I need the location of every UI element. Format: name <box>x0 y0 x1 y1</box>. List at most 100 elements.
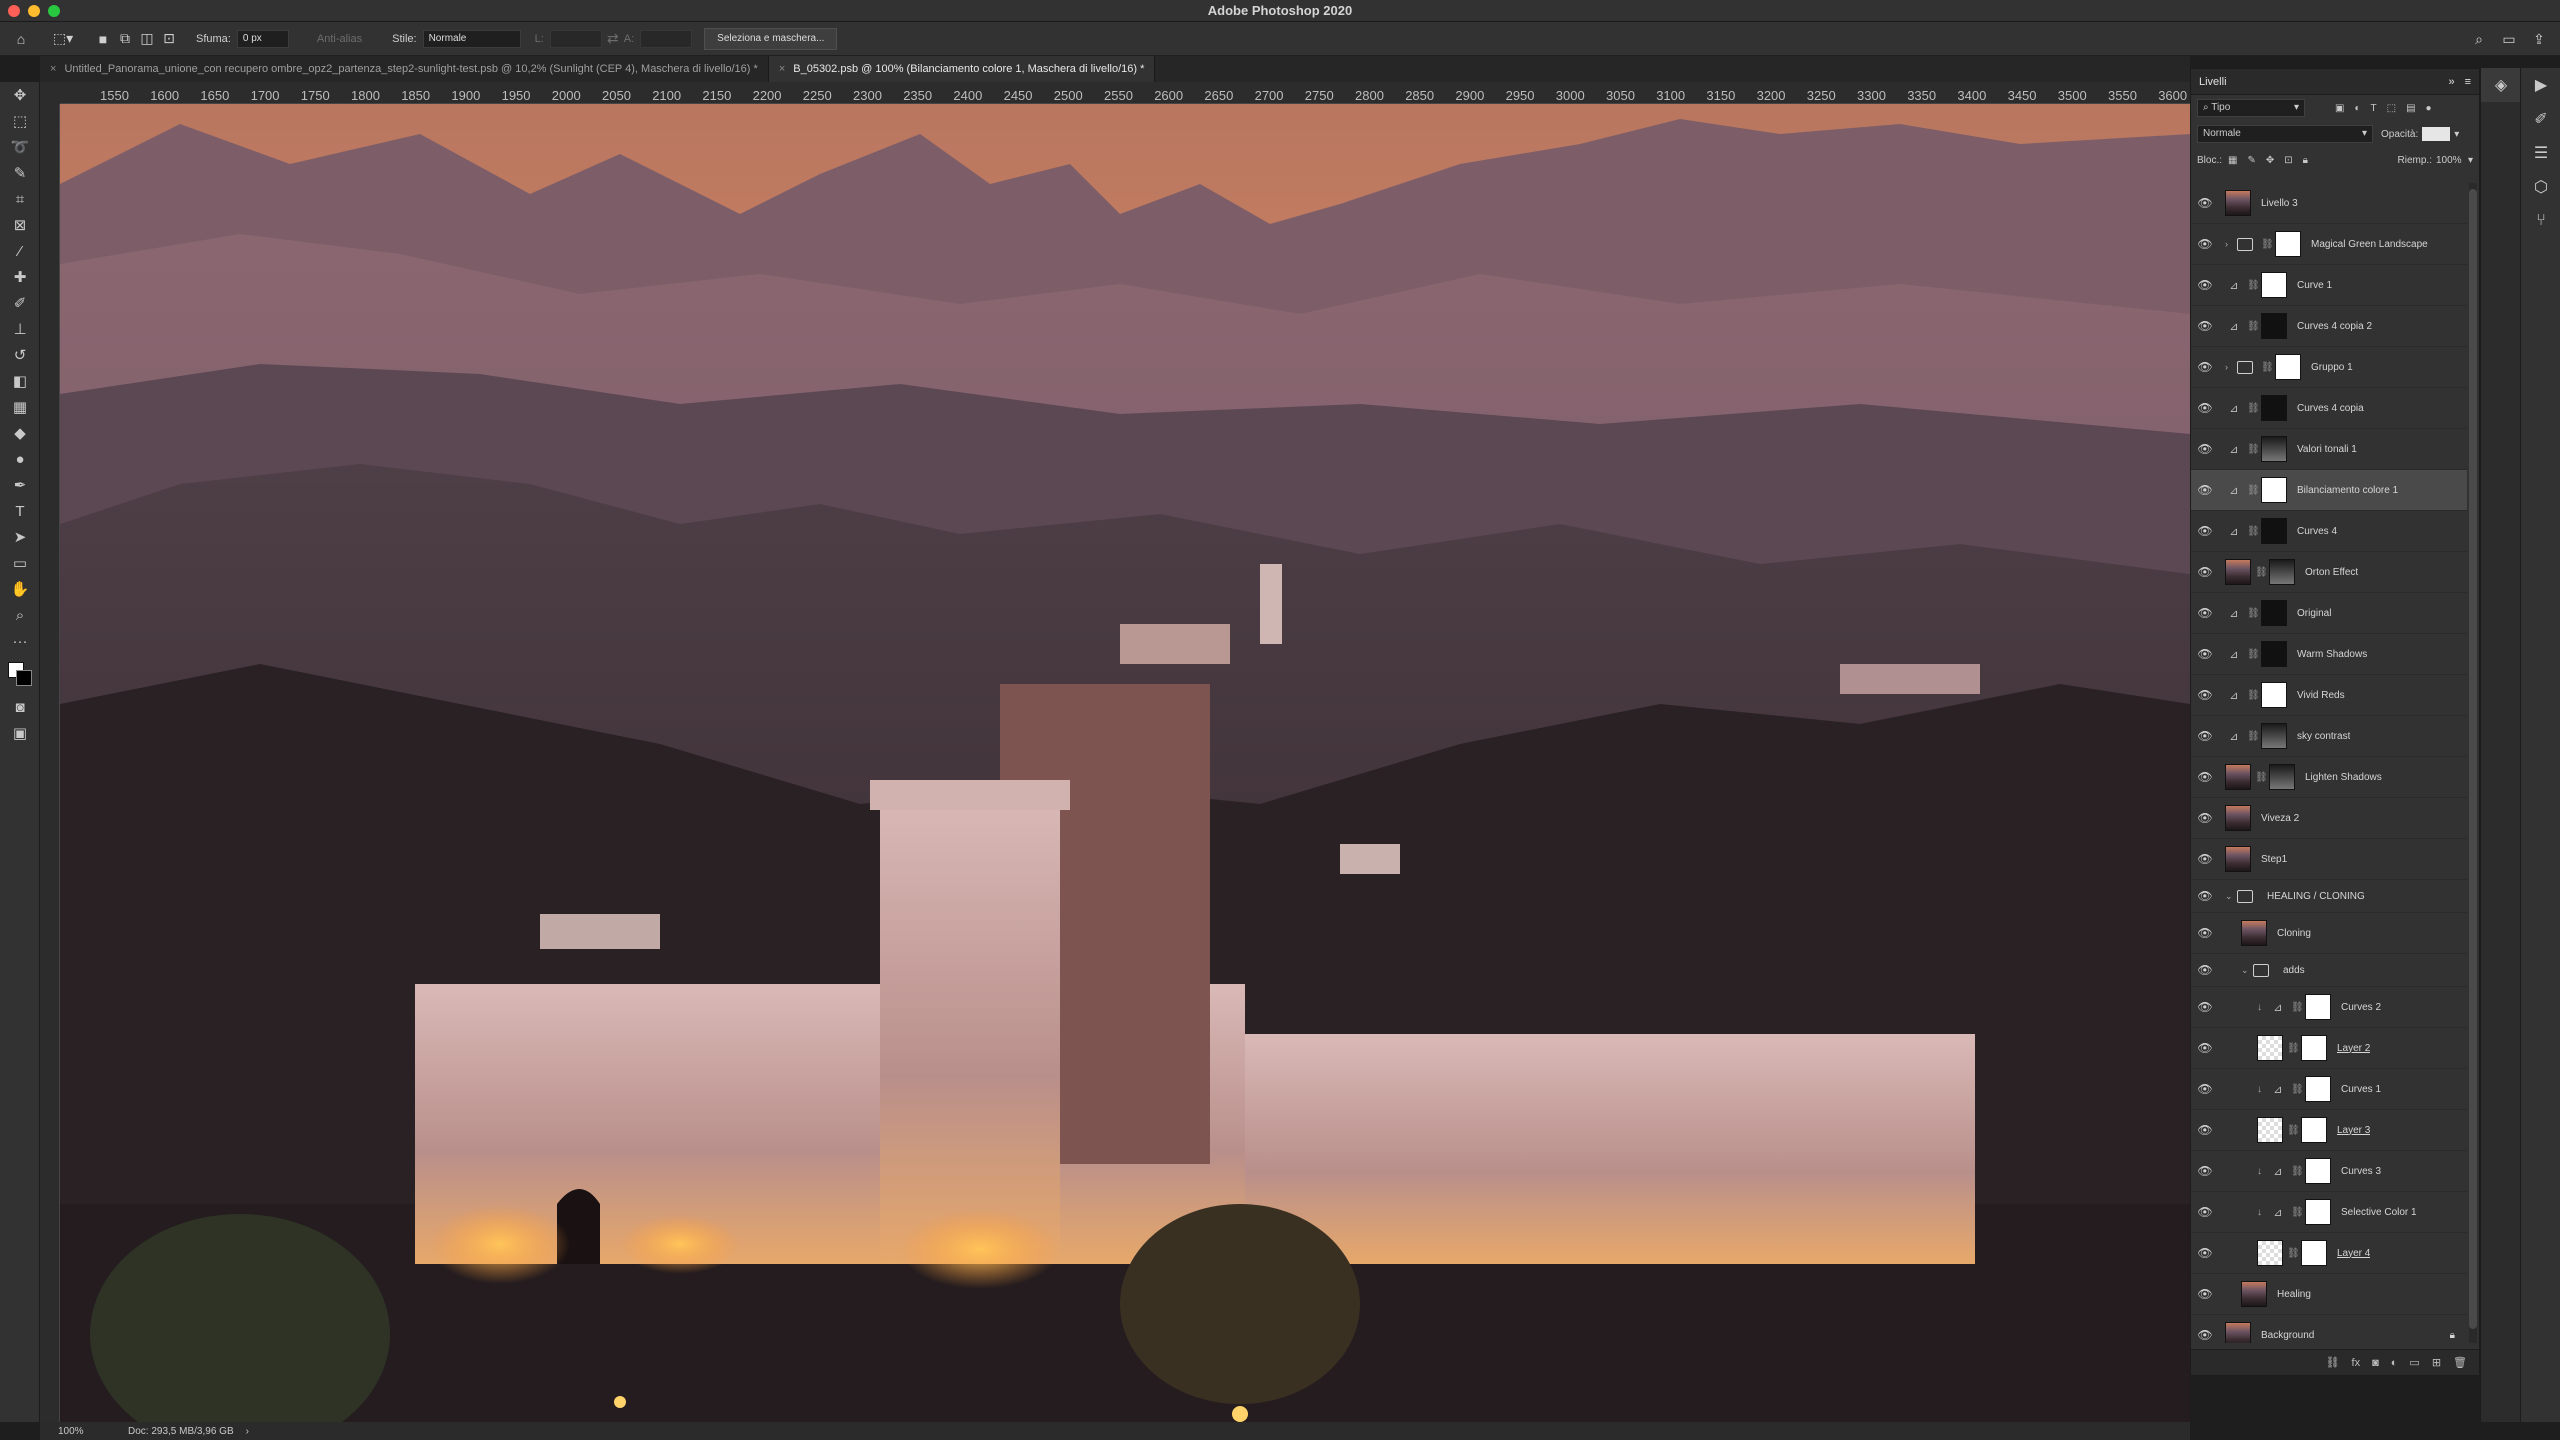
levels-icon[interactable]: ⊿ <box>2225 443 2243 456</box>
layer-mask-thumbnail[interactable] <box>2301 1117 2327 1143</box>
quick-select-tool-icon[interactable]: ✎ <box>0 160 40 186</box>
curves-icon[interactable]: ⊿ <box>2225 402 2243 415</box>
add-selection-icon[interactable]: ⧉ <box>114 28 136 50</box>
layer-row[interactable]: 👁︎ ⊿ ⛓ Curves 4 copia 2 <box>2191 306 2467 347</box>
home-icon[interactable]: ⌂ <box>10 28 32 50</box>
visibility-eye-icon[interactable]: 👁︎ <box>2191 963 2219 977</box>
layer-row[interactable]: 👁︎ ↓ ⊿ ⛓ Curves 3 <box>2191 1151 2467 1192</box>
curves-icon[interactable]: ⊿ <box>2225 730 2243 743</box>
layer-row[interactable]: 👁︎ ⛓ Lighten Shadows <box>2191 757 2467 798</box>
visibility-eye-icon[interactable]: 👁︎ <box>2191 1205 2219 1219</box>
vertical-ruler[interactable] <box>40 104 60 1422</box>
link-layers-icon[interactable]: ⛓ <box>2326 1356 2340 1369</box>
layer-row[interactable]: 👁︎ ↓ ⊿ ⛓ Selective Color 1 <box>2191 1192 2467 1233</box>
healing-tool-icon[interactable]: ✚ <box>0 264 40 290</box>
layer-row[interactable]: 👁︎ ⛓ Layer 3 <box>2191 1110 2467 1151</box>
layer-mask-thumbnail[interactable] <box>2269 764 2295 790</box>
more-tools-icon[interactable]: ··· <box>0 628 40 654</box>
mask-link-icon[interactable]: ⛓ <box>2255 772 2268 783</box>
visibility-eye-icon[interactable]: 👁︎ <box>2191 647 2219 661</box>
group-toggle-icon[interactable]: › <box>2225 239 2237 249</box>
share-icon[interactable]: ⇪ <box>2528 28 2550 50</box>
hue-sat-icon[interactable]: ⊿ <box>2225 689 2243 702</box>
mask-link-icon[interactable]: ⛓ <box>2247 731 2260 742</box>
dodge-tool-icon[interactable]: ● <box>0 446 40 472</box>
visibility-eye-icon[interactable]: 👁︎ <box>2191 889 2219 903</box>
mask-link-icon[interactable]: ⛓ <box>2291 1084 2304 1095</box>
group-toggle-icon[interactable]: › <box>2225 362 2237 372</box>
tab-b05302[interactable]: × B_05302.psb @ 100% (Bilanciamento color… <box>768 56 1156 82</box>
lock-position-icon[interactable]: ✥ <box>2266 155 2274 166</box>
layer-row[interactable]: 👁︎ Step1 <box>2191 839 2467 880</box>
visibility-eye-icon[interactable]: 👁︎ <box>2191 606 2219 620</box>
layer-row[interactable]: 👁︎ ⊿ ⛓ Curves 4 copia <box>2191 388 2467 429</box>
screen-mode-icon[interactable]: ▣ <box>0 720 40 746</box>
hand-tool-icon[interactable]: ✋ <box>0 576 40 602</box>
filter-pixel-icon[interactable]: ▣ <box>2335 103 2344 114</box>
curves-icon[interactable]: ⊿ <box>2225 525 2243 538</box>
search-icon[interactable]: ⌕ <box>2468 28 2490 50</box>
layer-mask-thumbnail[interactable] <box>2261 436 2287 462</box>
quick-mask-icon[interactable]: ◙ <box>0 694 40 720</box>
layer-row[interactable]: 👁︎ Background 🔒︎ <box>2191 1315 2467 1343</box>
mask-link-icon[interactable]: ⛓ <box>2287 1125 2300 1136</box>
marquee-tool-icon[interactable]: ⬚ <box>0 108 40 134</box>
mask-link-icon[interactable]: ⛓ <box>2287 1043 2300 1054</box>
visibility-eye-icon[interactable]: 👁︎ <box>2191 565 2219 579</box>
eraser-tool-icon[interactable]: ◧ <box>0 368 40 394</box>
visibility-eye-icon[interactable]: 👁︎ <box>2191 1164 2219 1178</box>
visibility-eye-icon[interactable]: 👁︎ <box>2191 278 2219 292</box>
curves-icon[interactable]: ⊿ <box>2269 1001 2287 1014</box>
mask-link-icon[interactable]: ⛓ <box>2291 1207 2304 1218</box>
mask-link-icon[interactable]: ⛓ <box>2247 321 2260 332</box>
layer-thumbnail[interactable] <box>2225 805 2251 831</box>
layer-mask-thumbnail[interactable] <box>2301 1240 2327 1266</box>
height-input[interactable] <box>640 29 693 48</box>
mask-link-icon[interactable]: ⛓ <box>2287 1248 2300 1259</box>
layer-thumbnail[interactable] <box>2241 920 2267 946</box>
layer-row[interactable]: 👁︎ ⊿ ⛓ Warm Shadows <box>2191 634 2467 675</box>
delete-layer-icon[interactable]: 🗑︎ <box>2453 1356 2467 1369</box>
layer-row[interactable]: 👁︎ ⊿ ⛓ Curve 1 <box>2191 265 2467 306</box>
layer-mask-thumbnail[interactable] <box>2301 1035 2327 1061</box>
layer-mask-thumbnail[interactable] <box>2261 682 2287 708</box>
layer-mask-thumbnail[interactable] <box>2305 994 2331 1020</box>
visibility-eye-icon[interactable]: 👁︎ <box>2191 524 2219 538</box>
layer-thumbnail[interactable] <box>2257 1035 2283 1061</box>
document-canvas[interactable] <box>60 104 2190 1422</box>
rectangle-tool-icon[interactable]: ▭ <box>0 550 40 576</box>
mask-link-icon[interactable]: ⛓ <box>2247 280 2260 291</box>
path-select-tool-icon[interactable]: ➤ <box>0 524 40 550</box>
layer-row[interactable]: 👁︎ ⊿ ⛓ Valori tonali 1 <box>2191 429 2467 470</box>
minimize-window-button[interactable] <box>28 5 40 17</box>
zoom-window-button[interactable] <box>48 5 60 17</box>
layer-mask-thumbnail[interactable] <box>2305 1199 2331 1225</box>
layer-thumbnail[interactable] <box>2225 764 2251 790</box>
filter-adjustment-icon[interactable]: ◐ <box>2354 103 2360 114</box>
selective-color-icon[interactable]: ⊿ <box>2269 1206 2287 1219</box>
layer-thumbnail[interactable] <box>2225 190 2251 216</box>
layers-panel-icon[interactable]: ◈ <box>2481 68 2521 102</box>
layer-row[interactable]: 👁︎ ↓ ⊿ ⛓ Curves 2 <box>2191 987 2467 1028</box>
move-tool-icon[interactable]: ✥ <box>0 82 40 108</box>
opacity-input[interactable] <box>2422 127 2451 141</box>
layer-row[interactable]: 👁︎ Viveza 2 <box>2191 798 2467 839</box>
visibility-eye-icon[interactable]: 👁︎ <box>2191 401 2219 415</box>
visibility-eye-icon[interactable]: 👁︎ <box>2191 360 2219 374</box>
brush-settings-icon[interactable]: ✐ <box>2521 102 2560 136</box>
fill-input[interactable]: 100% <box>2436 155 2468 166</box>
visibility-eye-icon[interactable]: 👁︎ <box>2191 1287 2219 1301</box>
type-tool-icon[interactable]: T <box>0 498 40 524</box>
close-tab-icon[interactable]: × <box>779 63 785 75</box>
filter-type-icon[interactable]: T <box>2371 103 2377 114</box>
visibility-eye-icon[interactable]: 👁︎ <box>2191 852 2219 866</box>
zoom-level[interactable]: 100% <box>58 1426 118 1437</box>
layer-mask-thumbnail[interactable] <box>2261 272 2287 298</box>
style-select[interactable]: Normale <box>422 29 521 48</box>
visibility-eye-icon[interactable]: 👁︎ <box>2191 1000 2219 1014</box>
add-mask-icon[interactable]: ◙ <box>2372 1357 2379 1369</box>
visibility-eye-icon[interactable]: 👁︎ <box>2191 770 2219 784</box>
visibility-eye-icon[interactable]: 👁︎ <box>2191 319 2219 333</box>
layer-row[interactable]: 👁︎ ⛓ Layer 2 <box>2191 1028 2467 1069</box>
layer-mask-thumbnail[interactable] <box>2275 231 2301 257</box>
